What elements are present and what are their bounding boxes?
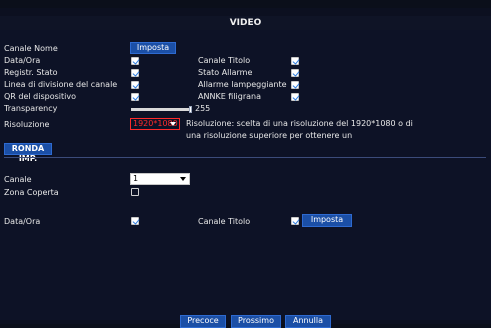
- bottom-canale-titolo-checkbox[interactable]: [291, 217, 299, 225]
- zona-coperta-checkbox[interactable]: [131, 188, 139, 196]
- allarme-lampeggiante-checkbox[interactable]: [291, 81, 299, 89]
- chevron-down-icon: [170, 122, 176, 126]
- transparency-value: 255: [195, 104, 211, 113]
- linea-divisione-checkbox[interactable]: [131, 81, 139, 89]
- annke-filigrana-checkbox[interactable]: [291, 93, 299, 101]
- qr-dispositivo-checkbox[interactable]: [131, 93, 139, 101]
- annke-filigrana-label: ANNKE filigrana: [198, 92, 262, 101]
- risoluzione-select[interactable]: 1920*1080: [130, 118, 180, 130]
- risoluzione-label: Risoluzione: [4, 120, 50, 129]
- stato-allarme-checkbox[interactable]: [291, 69, 299, 77]
- annulla-button[interactable]: Annulla: [285, 315, 331, 328]
- transparency-slider-track[interactable]: [131, 108, 191, 111]
- bottom-canale-titolo-label: Canale Titolo: [198, 217, 251, 226]
- data-ora-checkbox[interactable]: [131, 57, 139, 65]
- ronda-imp-button[interactable]: RONDA IMP.: [4, 143, 52, 163]
- chevron-down-icon: [180, 177, 186, 181]
- stato-allarme-label: Stato Allarme: [198, 68, 253, 77]
- transparency-label: Transparency: [4, 104, 58, 113]
- prossimo-button[interactable]: Prossimo: [231, 315, 281, 328]
- settings-content: Canale Nome Imposta Data/Ora Canale Tito…: [0, 30, 491, 328]
- canale-nome-label: Canale Nome: [4, 44, 58, 53]
- registr-stato-label: Registr. Stato: [4, 68, 58, 77]
- bottom-imposta-button[interactable]: Imposta: [302, 214, 352, 227]
- allarme-lampeggiante-label: Allarme lampeggiante: [198, 80, 287, 89]
- canale-titolo-label: Canale Titolo: [198, 56, 251, 65]
- qr-dispositivo-label: QR del dispositivo: [4, 92, 76, 101]
- risoluzione-note: Risoluzione: scelta di una risoluzione d…: [186, 119, 413, 140]
- precoce-button[interactable]: Precoce: [180, 315, 226, 328]
- canale-titolo-checkbox[interactable]: [291, 57, 299, 65]
- section-divider: [4, 157, 486, 158]
- canale-select[interactable]: 1: [130, 173, 190, 185]
- bottom-data-ora-checkbox[interactable]: [131, 217, 139, 225]
- registr-stato-checkbox[interactable]: [131, 69, 139, 77]
- data-ora-label: Data/Ora: [4, 56, 41, 65]
- linea-divisione-label: Linea di divisione del canale: [4, 80, 118, 89]
- bottom-data-ora-label: Data/Ora: [4, 217, 41, 226]
- canale-nome-imposta-button[interactable]: Imposta: [130, 42, 176, 54]
- canale-label: Canale: [4, 175, 32, 184]
- video-settings-window: VIDEO Canale Nome Imposta Data/Ora Canal…: [0, 0, 491, 328]
- canale-value: 1: [133, 174, 139, 183]
- zona-coperta-label: Zona Coperta: [4, 188, 59, 197]
- title-bar: VIDEO: [0, 16, 491, 30]
- window-title: VIDEO: [229, 18, 262, 28]
- transparency-slider-handle[interactable]: [189, 106, 192, 113]
